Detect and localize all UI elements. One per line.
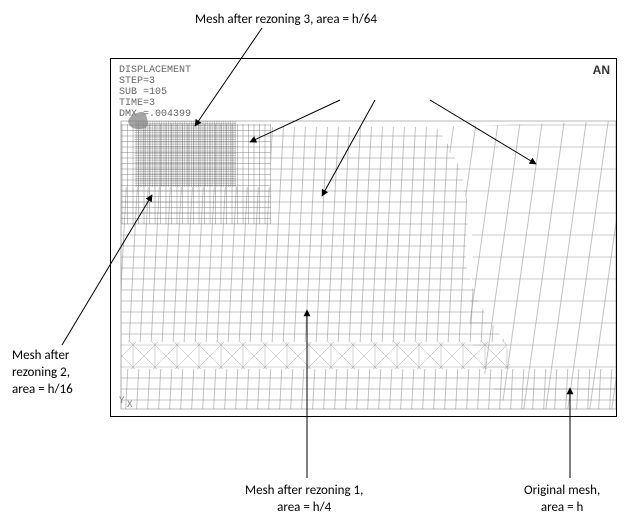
label-original-mesh: Original mesh, area = h: [524, 483, 600, 517]
mesh-svg: [111, 59, 616, 416]
label-rezoning-1: Mesh after rezoning 1, area = h/4: [245, 483, 363, 517]
label-rezoning-3: Mesh after rezoning 3, area = h/64: [195, 12, 377, 29]
plot-box: DISPLACEMENT STEP=3 SUB =105 TIME=3 DMX …: [110, 58, 617, 417]
label-rezoning-2: Mesh after rezoning 2, area = h/16: [12, 348, 73, 399]
